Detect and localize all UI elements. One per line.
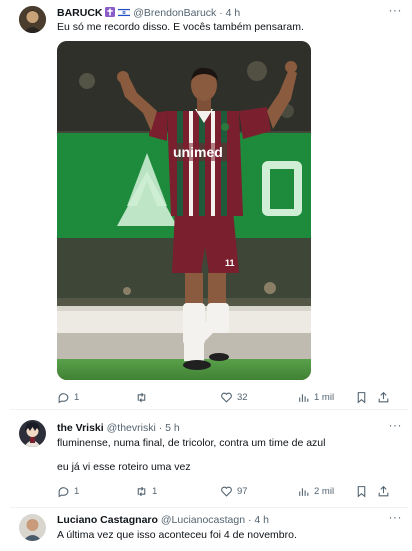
timestamp[interactable]: 5 h: [165, 422, 180, 434]
avatar[interactable]: [19, 6, 46, 33]
reply-icon: [58, 392, 69, 403]
more-icon[interactable]: ···: [389, 418, 403, 432]
timestamp[interactable]: 4 h: [226, 7, 241, 19]
tweet-header: the Vriski @thevriski · 5 h: [57, 422, 180, 434]
repost-button[interactable]: 1: [135, 483, 157, 499]
tweet-thevriski[interactable]: the Vriski @thevriski · 5 h ··· fluminen…: [10, 410, 408, 508]
separator: ·: [158, 422, 163, 434]
tweet-header: Luciano Castagnaro @Lucianocastagn · 4 h: [57, 514, 269, 526]
separator: ·: [248, 514, 252, 526]
tweet-text-line-2: eu já vi esse roteiro uma vez: [57, 461, 191, 473]
cross-flag-icon: [105, 7, 116, 20]
views-button[interactable]: 2 mil: [297, 483, 334, 499]
reply-button[interactable]: 1: [57, 389, 79, 405]
share-icon: [378, 485, 389, 496]
shorts-number: 11: [225, 258, 235, 268]
like-count: 97: [237, 485, 248, 497]
bookmark-button[interactable]: [355, 483, 368, 499]
bookmark-button[interactable]: [355, 389, 368, 405]
like-icon: [221, 486, 232, 497]
bookmark-icon: [357, 391, 366, 404]
share-icon: [378, 391, 389, 402]
views-button[interactable]: 1 mil: [297, 389, 334, 405]
timestamp[interactable]: 4 h: [254, 514, 269, 526]
tweet-actions: 1 1 97 2 mil: [57, 483, 390, 499]
more-icon[interactable]: ···: [389, 510, 403, 524]
repost-count: 1: [152, 485, 158, 497]
reply-button[interactable]: 1: [57, 483, 79, 499]
tweet-image[interactable]: 11 unimed: [57, 41, 311, 380]
tweet-actions: 1 32 1 mil: [57, 389, 390, 405]
tweet-baruck[interactable]: BARUCK @BrendonBaruck · 4 h ··· Eu só me…: [10, 0, 408, 410]
like-count: 32: [237, 391, 248, 403]
author-handle[interactable]: @thevriski: [107, 422, 156, 434]
author-name[interactable]: Luciano Castagnaro: [57, 514, 158, 526]
views-icon: [299, 393, 309, 402]
avatar[interactable]: [19, 420, 46, 447]
tweet-luciano[interactable]: Luciano Castagnaro @Lucianocastagn · 4 h…: [10, 508, 408, 551]
more-icon[interactable]: ···: [389, 3, 403, 17]
author-handle[interactable]: @BrendonBaruck: [133, 7, 216, 19]
israel-flag-icon: [118, 7, 131, 20]
reply-count: 1: [74, 391, 80, 403]
tweet-text: A última vez que isso aconteceu foi 4 de…: [57, 529, 297, 541]
bookmark-icon: [357, 485, 366, 498]
tweet-header: BARUCK @BrendonBaruck · 4 h: [57, 7, 240, 20]
separator: ·: [219, 7, 223, 19]
share-button[interactable]: [377, 483, 390, 499]
repost-button[interactable]: [135, 389, 152, 405]
tweet-text-line-1: fluminense, numa final, de tricolor, con…: [57, 437, 326, 449]
share-button[interactable]: [377, 389, 390, 405]
views-count: 2 mil: [314, 485, 335, 497]
author-handle[interactable]: @Lucianocastagn: [161, 514, 245, 526]
reply-count: 1: [74, 485, 80, 497]
shirt-sponsor: unimed: [173, 144, 223, 160]
views-icon: [299, 487, 309, 496]
repost-icon: [137, 486, 146, 496]
tweet-text: Eu só me recordo disso. E vocês também p…: [57, 21, 304, 33]
views-count: 1 mil: [314, 391, 335, 403]
repost-icon: [137, 392, 146, 402]
like-icon: [221, 392, 232, 403]
reply-icon: [58, 486, 69, 497]
author-name[interactable]: BARUCK: [57, 7, 103, 19]
avatar[interactable]: [19, 514, 46, 541]
like-button[interactable]: 97: [220, 483, 248, 499]
like-button[interactable]: 32: [220, 389, 248, 405]
author-name[interactable]: the Vriski: [57, 422, 104, 434]
